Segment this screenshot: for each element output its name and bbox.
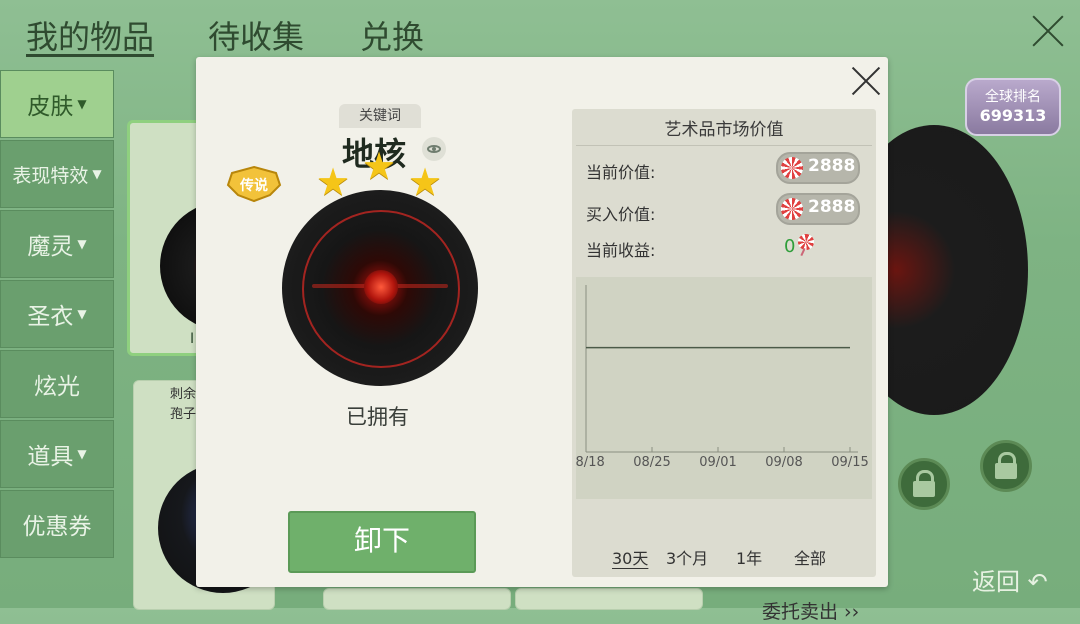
current-gain-label: 当前收益: [586, 241, 656, 260]
buy-value-pill: 2888 [776, 193, 860, 225]
chevron-down-icon: ▼ [77, 97, 87, 111]
lock-icon [898, 458, 950, 510]
x-tick-label: 08/25 [633, 455, 670, 470]
category-sidebar: 皮肤 ▼ 表现特效 ▼ 魔灵 ▼ 圣衣 ▼ 炫光 道具 ▼ 优惠券 [0, 70, 114, 560]
sidebar-item-armor[interactable]: 圣衣 ▼ [0, 280, 114, 348]
current-gain-value: 0 [784, 236, 796, 257]
lock-icon [980, 440, 1032, 492]
lollipop-icon [798, 234, 814, 250]
x-tick-label: 09/01 [699, 455, 736, 470]
sidebar-item-coupons[interactable]: 优惠券 [0, 490, 114, 558]
x-tick-label: 09/15 [831, 455, 868, 470]
lollipop-icon [781, 157, 803, 179]
sidebar-item-props[interactable]: 道具 ▼ [0, 420, 114, 488]
eye-icon[interactable] [422, 137, 446, 161]
chevron-down-icon: ▼ [77, 237, 87, 251]
lollipop-icon [781, 198, 803, 220]
sidebar-item-effects[interactable]: 表现特效 ▼ [0, 140, 114, 208]
current-value-pill: 2888 [776, 152, 860, 184]
rarity-star-icon: ★ [362, 144, 397, 188]
svg-text:传说: 传说 [239, 177, 268, 194]
item-card-label: 刺余 [170, 387, 197, 402]
sidebar-item-spirits[interactable]: 魔灵 ▼ [0, 210, 114, 278]
item-card-label: I [190, 331, 195, 347]
tab-my-items[interactable]: 我的物品 [26, 12, 154, 58]
keyword-tag[interactable]: 关键词 [339, 104, 421, 128]
sidebar-item-glow[interactable]: 炫光 [0, 350, 114, 418]
chevron-down-icon: ▼ [77, 447, 87, 461]
tab-exchange[interactable]: 兑换 [360, 12, 424, 58]
tab-to-collect[interactable]: 待收集 [208, 12, 304, 58]
consign-sell-button[interactable]: 委托卖出 ›› [762, 597, 859, 624]
item-card[interactable] [515, 588, 703, 610]
price-history-chart: 08/18 08/25 09/01 09/08 09/15 [576, 277, 872, 499]
x-tick-label: 09/08 [765, 455, 802, 470]
owned-status: 已拥有 [346, 405, 409, 429]
back-button[interactable]: 返回 ↶ [972, 562, 1048, 597]
close-icon[interactable] [1030, 12, 1066, 48]
chevron-down-icon: ▼ [77, 307, 87, 321]
range-tab-30d[interactable]: 30天 [612, 545, 648, 569]
range-tab-3m[interactable]: 3个月 [666, 545, 708, 569]
item-card-label: 孢子 [170, 407, 197, 422]
item-detail-dialog: 关键词 地核 传说 ★ ★ ★ 已拥有 卸下 艺术品市场价值 当前价值: 288… [196, 57, 888, 623]
unequip-button[interactable]: 卸下 [288, 511, 476, 573]
sidebar-item-skins[interactable]: 皮肤 ▼ [0, 70, 114, 138]
earth-core-skin-image [282, 190, 478, 386]
panel-title: 艺术品市场价值 [664, 120, 784, 140]
chevron-down-icon: ▼ [92, 167, 102, 181]
range-tab-all[interactable]: 全部 [794, 545, 826, 569]
buy-value-label: 买入价值: [586, 205, 656, 224]
current-value-label: 当前价值: [586, 163, 656, 182]
top-navigation: 我的物品 待收集 兑换 [0, 0, 1080, 62]
x-tick-label: 08/18 [576, 455, 605, 470]
item-card[interactable] [323, 588, 511, 610]
market-value-panel: 艺术品市场价值 当前价值: 2888 买入价值: 2888 当前收益: 0 08… [572, 109, 876, 623]
global-rank-badge[interactable]: 全球排名 699313 [965, 78, 1061, 136]
close-icon[interactable] [848, 63, 884, 99]
legend-rarity-badge: 传说 [226, 165, 282, 203]
return-arrow-icon: ↶ [1020, 568, 1048, 596]
range-tab-1y[interactable]: 1年 [736, 545, 762, 569]
